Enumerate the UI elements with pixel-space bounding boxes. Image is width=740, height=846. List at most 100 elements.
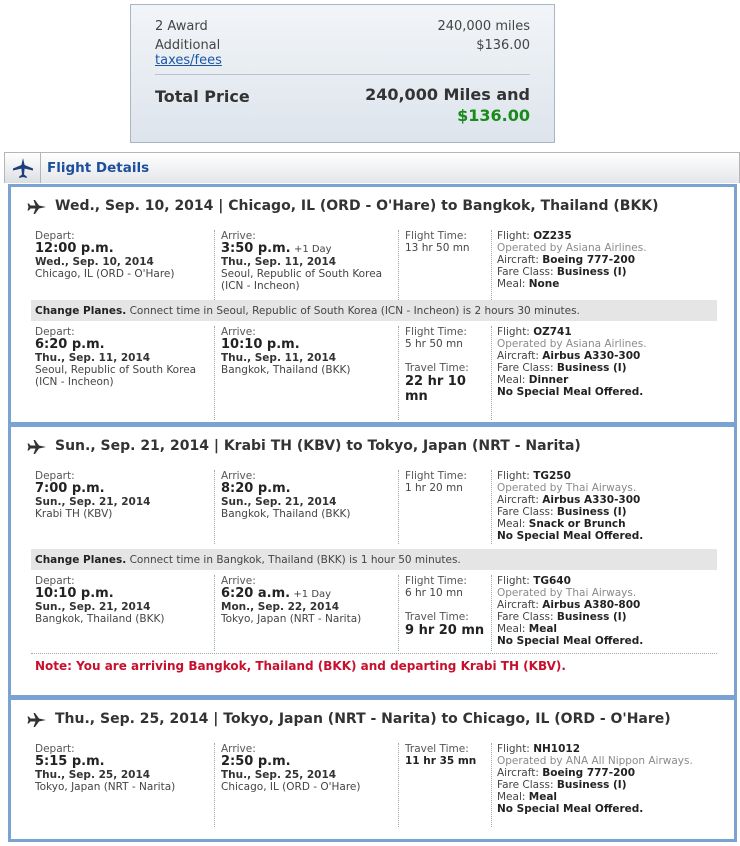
operated-by: Operated by Asiana Airlines. (497, 338, 647, 350)
arrive-place: Seoul, Republic of South Korea (ICN - In… (221, 268, 383, 292)
flight-time-label: Flight Time: (405, 470, 467, 482)
flight-segment: Depart: 6:20 p.m. Thu., Sep. 11, 2014 Se… (31, 326, 717, 420)
meal-label: Meal: (497, 791, 526, 803)
award-row: 2 Award 240,000 miles (155, 19, 530, 34)
flight-time-label: Flight Time: (405, 575, 467, 587)
plus-day: +1 Day (293, 244, 332, 255)
fare-class-label: Fare Class: (497, 779, 554, 791)
arrive-time: 10:10 p.m. (221, 337, 300, 352)
flight-number: NH1012 (533, 743, 581, 755)
depart-place: Chicago, IL (ORD - O'Hare) (35, 268, 175, 280)
arrive-place: Chicago, IL (ORD - O'Hare) (221, 781, 361, 793)
taxes-row: Additional taxes/fees $136.00 (155, 38, 530, 68)
depart-column: Depart: 6:20 p.m. Thu., Sep. 11, 2014 Se… (31, 326, 214, 388)
special-meal: No Special Meal Offered. (497, 386, 644, 398)
depart-date: Sun., Sep. 21, 2014 (35, 601, 151, 613)
flight-segment: Depart: 10:10 p.m. Sun., Sep. 21, 2014 B… (31, 575, 717, 651)
flight-info-column: Flight: NH1012 Operated by ANA All Nippo… (491, 743, 717, 827)
arrive-place: Tokyo, Japan (NRT - Narita) (221, 613, 362, 625)
change-planes-bar: Change Planes. Connect time in Bangkok, … (31, 549, 717, 570)
plus-day: +1 Day (293, 589, 332, 600)
depart-date: Thu., Sep. 25, 2014 (35, 769, 151, 781)
flight-label: Flight: (497, 470, 530, 482)
aircraft-label: Aircraft: (497, 599, 539, 611)
additional-label: Additional (155, 38, 221, 53)
meal-label: Meal: (497, 623, 526, 635)
time-column: Flight Time: 5 hr 50 mn Travel Time: 22 … (398, 326, 491, 420)
time-column: Flight Time: 13 hr 50 mn (398, 230, 491, 302)
flight-number: OZ235 (533, 230, 572, 242)
meal: Snack or Brunch (528, 518, 626, 530)
total-row: Total Price 240,000 Miles and $136.00 (155, 84, 530, 126)
flight-time: 5 hr 50 mn (405, 338, 463, 350)
flight-details-header: Flight Details (4, 152, 740, 183)
arrive-column: Arrive: 8:20 p.m. Sun., Sep. 21, 2014 Ba… (214, 470, 398, 544)
meal-label: Meal: (497, 518, 526, 530)
travel-time-label: Travel Time: (405, 362, 469, 374)
operated-by: Operated by Asiana Airlines. (497, 242, 647, 254)
travel-time-label: Travel Time: (405, 743, 469, 755)
flight-number: TG250 (533, 470, 571, 482)
arrive-place: Bangkok, Thailand (BKK) (221, 364, 351, 376)
aircraft-label: Aircraft: (497, 350, 539, 362)
meal: Meal (528, 623, 558, 635)
arrive-column: Arrive: 10:10 p.m. Thu., Sep. 11, 2014 B… (214, 326, 398, 420)
depart-date: Sun., Sep. 21, 2014 (35, 496, 151, 508)
arrive-date: Mon., Sep. 22, 2014 (221, 601, 340, 613)
trip-title: Wed., Sep. 10, 2014 | Chicago, IL (ORD -… (55, 198, 659, 214)
operated-by: Operated by Thai Airways. (497, 482, 637, 494)
flight-info-column: Flight: OZ235 Operated by Asiana Airline… (491, 230, 717, 302)
airplane-icon (27, 712, 47, 731)
flight-info-column: Flight: OZ741 Operated by Asiana Airline… (491, 326, 717, 420)
note-divider (31, 653, 717, 654)
depart-time: 6:20 p.m. (35, 337, 105, 352)
flight-number: OZ741 (533, 326, 572, 338)
flight-label: Flight: (497, 230, 530, 242)
arrive-time: 2:50 p.m. (221, 754, 291, 769)
fare-class: Business (I) (556, 362, 627, 374)
award-miles: 240,000 miles (437, 19, 530, 34)
depart-time: 5:15 p.m. (35, 754, 105, 769)
travel-time: 22 hr 10 mn (405, 374, 466, 404)
time-column: Travel Time: 11 hr 35 mn (398, 743, 491, 827)
depart-column: Depart: 12:00 p.m. Wed., Sep. 10, 2014 C… (31, 230, 214, 280)
depart-column: Depart: 5:15 p.m. Thu., Sep. 25, 2014 To… (31, 743, 214, 793)
meal: None (528, 278, 560, 290)
arrive-place: Bangkok, Thailand (BKK) (221, 508, 351, 520)
fare-class-label: Fare Class: (497, 506, 554, 518)
arrive-column: Arrive: 3:50 p.m. +1 Day Thu., Sep. 11, … (214, 230, 398, 302)
header-airplane-icon (5, 153, 41, 183)
meal: Dinner (528, 374, 569, 386)
airplane-icon (27, 199, 47, 218)
connect-info: Connect time in Seoul, Republic of South… (129, 305, 580, 317)
change-planes-label: Change Planes. (35, 554, 127, 566)
aircraft: Airbus A330-300 (542, 350, 641, 362)
flight-segment: Depart: 7:00 p.m. Sun., Sep. 21, 2014 Kr… (31, 470, 717, 544)
fare-class: Business (I) (556, 779, 627, 791)
trip-title: Thu., Sep. 25, 2014 | Tokyo, Japan (NRT … (55, 711, 671, 727)
arrive-date: Thu., Sep. 11, 2014 (221, 256, 337, 268)
fare-class: Business (I) (556, 506, 627, 518)
trip-1: Wed., Sep. 10, 2014 | Chicago, IL (ORD -… (8, 184, 737, 425)
depart-column: Depart: 7:00 p.m. Sun., Sep. 21, 2014 Kr… (31, 470, 214, 520)
flight-number: TG640 (533, 575, 571, 587)
special-meal: No Special Meal Offered. (497, 635, 644, 647)
aircraft-label: Aircraft: (497, 494, 539, 506)
arrive-time: 6:20 a.m. (221, 586, 291, 601)
flight-segment: Depart: 5:15 p.m. Thu., Sep. 25, 2014 To… (31, 743, 717, 827)
flight-label: Flight: (497, 743, 530, 755)
fare-class-label: Fare Class: (497, 266, 554, 278)
operated-by: Operated by Thai Airways. (497, 587, 637, 599)
total-label: Total Price (155, 87, 250, 106)
fare-class: Business (I) (556, 266, 627, 278)
price-summary: 2 Award 240,000 miles Additional taxes/f… (130, 4, 555, 143)
flight-time-label: Flight Time: (405, 230, 467, 242)
flight-info-column: Flight: TG640 Operated by Thai Airways. … (491, 575, 717, 651)
arrive-column: Arrive: 6:20 a.m. +1 Day Mon., Sep. 22, … (214, 575, 398, 651)
taxes-amount: $136.00 (476, 38, 530, 53)
flight-label: Flight: (497, 326, 530, 338)
travel-time-label: Travel Time: (405, 611, 469, 623)
aircraft: Airbus A380-800 (542, 599, 641, 611)
time-column: Flight Time: 6 hr 10 mn Travel Time: 9 h… (398, 575, 491, 651)
taxes-fees-link[interactable]: taxes/fees (155, 53, 222, 68)
